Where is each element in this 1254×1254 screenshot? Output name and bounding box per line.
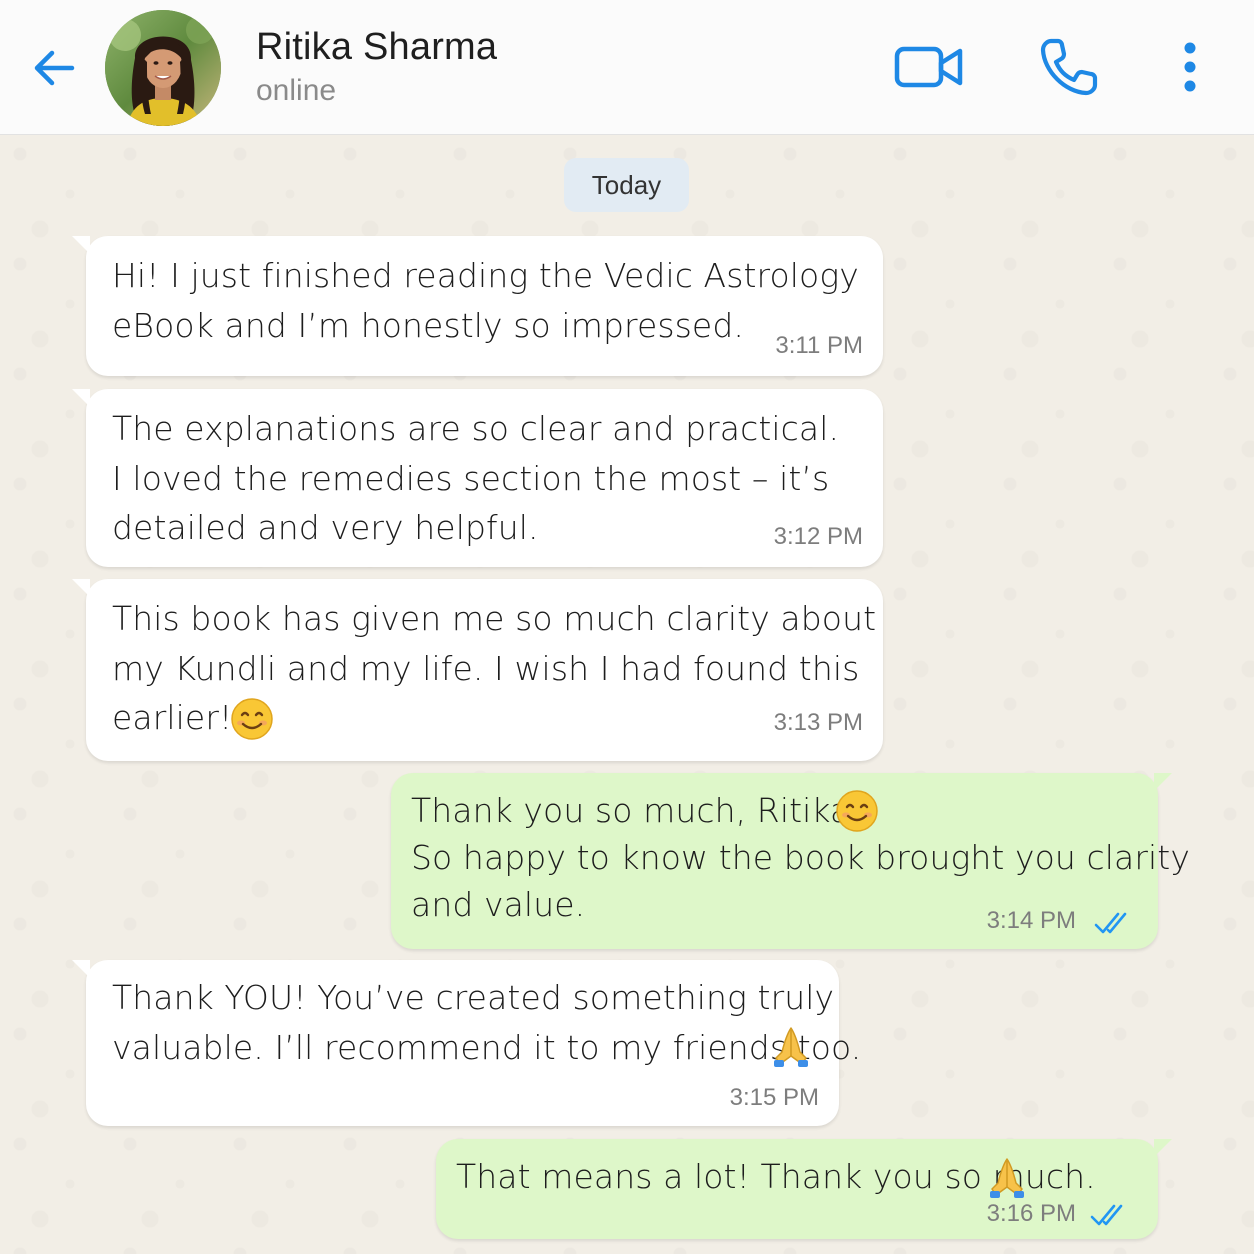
message-text-line: I loved the remedies section the most – … xyxy=(112,459,830,498)
folded-hands-emoji xyxy=(990,1158,1024,1198)
message-bubble-outgoing[interactable]: Thank you so much, Ritika! So happy to k… xyxy=(391,773,1190,949)
message-timestamp: 3:12 PM xyxy=(773,523,863,550)
message-text-line: Thank YOU! You’ve created something trul… xyxy=(112,978,835,1017)
folded-hands-emoji xyxy=(774,1027,808,1067)
message-text-line: The explanations are so clear and practi… xyxy=(112,409,840,448)
phone-icon xyxy=(1040,38,1098,96)
smiling-face-emoji xyxy=(836,790,878,832)
message-bubble-incoming[interactable]: The explanations are so clear and practi… xyxy=(72,389,883,567)
double-check-icon xyxy=(1090,1204,1123,1226)
message-bubble-incoming[interactable]: Hi! I just finished reading the Vedic As… xyxy=(72,236,883,376)
double-check-icon xyxy=(1094,912,1127,934)
message-timestamp: 3:15 PM xyxy=(729,1084,819,1111)
message-text-line: and value. xyxy=(411,885,586,924)
message-bubble-incoming[interactable]: This book has given me so much clarity a… xyxy=(72,579,883,761)
voice-call-button[interactable] xyxy=(1034,34,1104,100)
contact-status: online xyxy=(256,74,337,107)
back-button[interactable] xyxy=(26,40,82,96)
contact-photo xyxy=(105,10,221,126)
message-timestamp: 3:14 PM xyxy=(986,907,1076,934)
video-call-button[interactable] xyxy=(894,34,964,100)
message-text-line: eBook and I’m honestly so impressed. xyxy=(112,306,744,345)
message-timestamp: 3:16 PM xyxy=(986,1200,1076,1227)
message-text-line: So happy to know the book brought you cl… xyxy=(411,838,1190,877)
video-camera-icon xyxy=(894,46,963,88)
message-bubble-incoming[interactable]: Thank YOU! You’ve created something trul… xyxy=(72,960,861,1126)
message-text-line: my Kundli and my life. I wish I had foun… xyxy=(112,649,860,688)
arrow-left-icon xyxy=(34,50,75,86)
contact-name[interactable]: Ritika Sharma xyxy=(256,26,497,69)
more-vertical-icon xyxy=(1184,42,1196,92)
message-text-line: Hi! I just finished reading the Vedic As… xyxy=(112,256,859,295)
more-options-button[interactable] xyxy=(1155,34,1225,100)
smiling-face-emoji xyxy=(231,698,273,740)
message-text-line: earlier! xyxy=(112,698,233,737)
chat-header: Ritika Sharma online xyxy=(0,0,1254,135)
message-text-line: This book has given me so much clarity a… xyxy=(112,599,877,638)
message-timestamp: 3:13 PM xyxy=(773,709,863,736)
message-text-line: valuable. I’ll recommend it to my friend… xyxy=(112,1028,862,1067)
message-text-line: detailed and very helpful. xyxy=(112,508,539,547)
date-divider: Today xyxy=(564,158,689,212)
avatar[interactable] xyxy=(105,10,221,126)
message-timestamp: 3:11 PM xyxy=(775,332,863,359)
message-bubble-outgoing[interactable]: That means a lot! Thank you so much. 3:1… xyxy=(436,1139,1172,1239)
message-text-line: Thank you so much, Ritika! xyxy=(411,791,864,830)
